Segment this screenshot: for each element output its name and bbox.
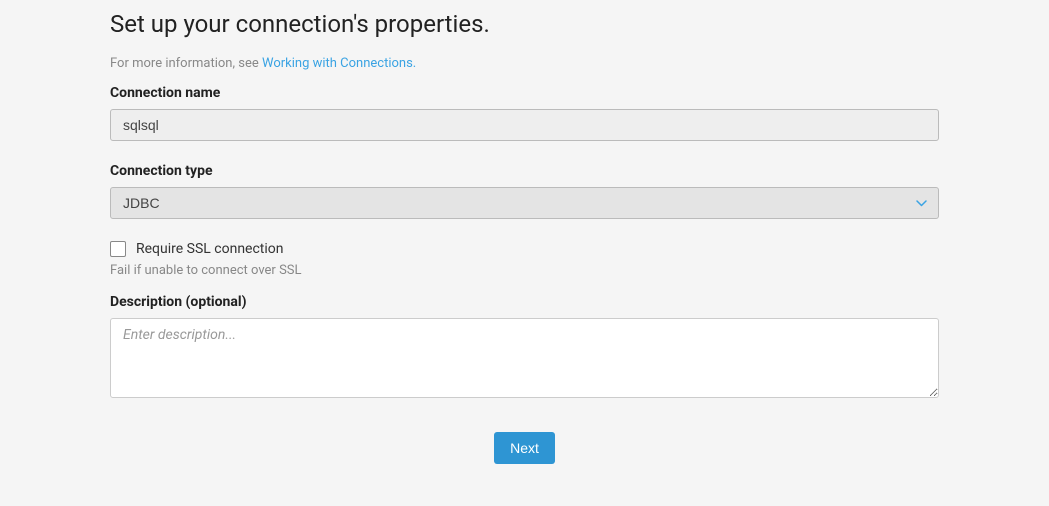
ssl-checkbox-row: Require SSL connection <box>110 241 939 257</box>
ssl-group: Require SSL connection Fail if unable to… <box>110 241 939 278</box>
description-label: Description (optional) <box>110 294 939 310</box>
ssl-helper-text: Fail if unable to connect over SSL <box>110 263 939 278</box>
info-link[interactable]: Working with Connections. <box>262 56 416 71</box>
button-row: Next <box>110 432 939 464</box>
connection-name-label: Connection name <box>110 85 939 101</box>
require-ssl-checkbox[interactable] <box>110 241 126 257</box>
connection-type-select-wrapper: JDBC <box>110 187 939 219</box>
connection-name-group: Connection name <box>110 85 939 141</box>
description-group: Description (optional) <box>110 294 939 402</box>
next-button[interactable]: Next <box>494 432 555 464</box>
connection-name-input[interactable] <box>110 109 939 141</box>
info-prefix: For more information, see <box>110 56 262 71</box>
form-container: Set up your connection's properties. For… <box>0 0 1049 484</box>
description-textarea[interactable] <box>110 318 939 398</box>
connection-type-group: Connection type JDBC <box>110 163 939 219</box>
info-text: For more information, see Working with C… <box>110 56 939 71</box>
connection-type-label: Connection type <box>110 163 939 179</box>
page-title: Set up your connection's properties. <box>110 10 939 38</box>
require-ssl-label[interactable]: Require SSL connection <box>136 241 284 257</box>
connection-type-select[interactable]: JDBC <box>110 187 939 219</box>
